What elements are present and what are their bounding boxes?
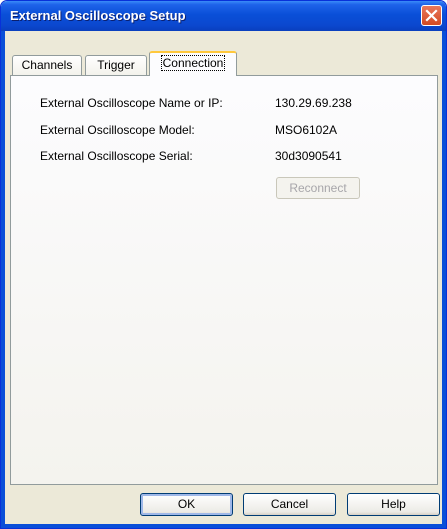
- window-frame-right: [442, 31, 446, 528]
- tab-trigger-label: Trigger: [97, 58, 135, 72]
- tab-channels[interactable]: Channels: [12, 55, 82, 75]
- connection-panel: External Oscilloscope Name or IP: 130.29…: [10, 75, 438, 485]
- tab-connection[interactable]: Connection: [149, 51, 237, 76]
- tab-channels-label: Channels: [21, 58, 73, 72]
- ok-button[interactable]: OK: [140, 493, 233, 516]
- oscilloscope-name-value: 130.29.69.238: [275, 96, 352, 110]
- close-button[interactable]: [421, 5, 442, 26]
- oscilloscope-serial-value: 30d3090541: [275, 149, 342, 163]
- close-icon: [425, 9, 438, 22]
- tab-connection-label: Connection: [160, 55, 226, 71]
- help-button[interactable]: Help: [347, 493, 440, 516]
- oscilloscope-serial-label: External Oscilloscope Serial:: [40, 149, 193, 163]
- cancel-button[interactable]: Cancel: [243, 493, 336, 516]
- oscilloscope-model-label: External Oscilloscope Model:: [40, 123, 195, 137]
- window-frame-bottom: [1, 524, 446, 528]
- title-bar[interactable]: External Oscilloscope Setup: [1, 1, 446, 31]
- oscilloscope-name-label: External Oscilloscope Name or IP:: [40, 96, 223, 110]
- oscilloscope-model-value: MSO6102A: [275, 123, 338, 137]
- window-frame-left: [1, 31, 5, 528]
- dialog-window: External Oscilloscope Setup Channels Tri…: [0, 0, 447, 529]
- reconnect-button[interactable]: Reconnect: [276, 177, 360, 199]
- tab-trigger[interactable]: Trigger: [85, 55, 147, 75]
- window-title: External Oscilloscope Setup: [10, 8, 186, 23]
